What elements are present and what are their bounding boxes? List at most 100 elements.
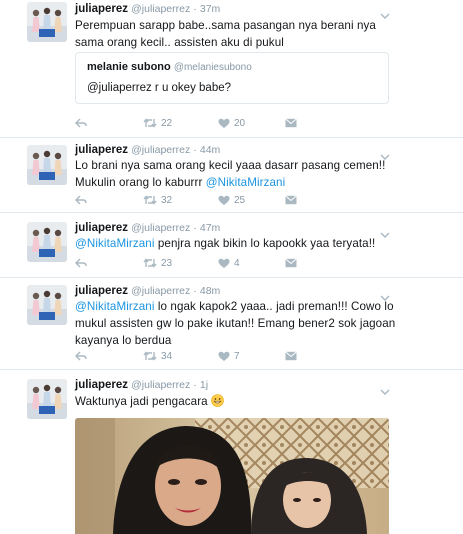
dm-button[interactable]: [285, 193, 297, 207]
like-button[interactable]: 7: [218, 349, 240, 363]
tweet-header: juliaperez @juliaperrez · 44m: [75, 143, 220, 157]
tweet-header: juliaperez @juliaperrez · 37m: [75, 2, 220, 16]
chevron-down-icon[interactable]: [380, 7, 390, 19]
timestamp-sep: ·: [193, 3, 197, 15]
heart-icon: [218, 351, 230, 362]
chevron-down-icon[interactable]: [380, 383, 390, 395]
quoted-author-handle: @melaniesubono: [173, 62, 252, 73]
retweet-button[interactable]: 32: [143, 193, 172, 207]
avatar[interactable]: [27, 379, 67, 419]
mention-link[interactable]: @NikitaMirzani: [75, 300, 155, 313]
tweet-actions: 23 4: [75, 256, 305, 270]
reply-icon: [75, 118, 87, 128]
avatar[interactable]: [27, 145, 67, 185]
avatar[interactable]: [27, 222, 67, 262]
quoted-author-name: melanie subono: [87, 61, 171, 73]
timestamp[interactable]: 37m: [200, 3, 220, 15]
tweet-text: Lo brani nya sama orang kecil yaaa dasar…: [75, 157, 405, 191]
author-handle[interactable]: @juliaperrez: [131, 285, 190, 297]
retweet-button[interactable]: 23: [143, 256, 172, 270]
like-button[interactable]: 4: [218, 256, 240, 270]
avatar-image: [27, 222, 67, 262]
tweet[interactable]: juliaperez @juliaperrez · 37m Perempuan …: [0, 0, 463, 137]
retweet-icon: [143, 258, 157, 268]
tweet-actions: 34 7: [75, 349, 305, 363]
retweet-icon: [143, 195, 157, 205]
author-handle[interactable]: @juliaperrez: [131, 222, 190, 234]
mention-link[interactable]: @NikitaMirzani: [75, 237, 155, 250]
avatar-image: [27, 2, 67, 42]
author-name[interactable]: juliaperez: [75, 3, 128, 15]
reply-icon: [75, 258, 87, 268]
avatar[interactable]: [27, 285, 67, 325]
timestamp[interactable]: 47m: [200, 222, 220, 234]
quoted-tweet-header: melanie subono @melaniesubono: [87, 61, 252, 73]
tweet-text: @NikitaMirzani penjra ngak bikin lo kapo…: [75, 235, 405, 252]
heart-icon: [218, 258, 230, 269]
direct-message-icon: [285, 118, 297, 128]
tweet-actions: 22 20: [75, 116, 305, 130]
tweet-photo[interactable]: [75, 418, 389, 534]
retweet-button[interactable]: 22: [143, 116, 172, 130]
timestamp[interactable]: 48m: [200, 285, 220, 297]
timestamp-sep: ·: [193, 379, 197, 391]
reply-button[interactable]: [75, 349, 87, 363]
likes-count: 7: [234, 350, 240, 362]
photo-image: [75, 418, 389, 534]
author-name[interactable]: juliaperez: [75, 144, 128, 156]
reply-button[interactable]: [75, 256, 87, 270]
direct-message-icon: [285, 351, 297, 361]
retweets-count: 23: [161, 257, 173, 269]
timestamp[interactable]: 44m: [200, 144, 220, 156]
like-button[interactable]: 25: [218, 193, 245, 207]
mention-link[interactable]: @NikitaMirzani: [206, 176, 286, 189]
tweet[interactable]: juliaperez @juliaperrez · 48m @NikitaMir…: [0, 278, 463, 369]
direct-message-icon: [285, 195, 297, 205]
tweet-header: juliaperez @juliaperrez · 1j: [75, 378, 208, 392]
retweets-count: 32: [161, 194, 173, 206]
grinning-face-emoji: [211, 394, 224, 407]
likes-count: 20: [234, 117, 246, 129]
dm-button[interactable]: [285, 116, 297, 130]
avatar[interactable]: [27, 2, 67, 42]
chevron-down-icon[interactable]: [380, 226, 390, 238]
tweet-header: juliaperez @juliaperrez · 48m: [75, 284, 220, 298]
author-handle[interactable]: @juliaperrez: [131, 379, 190, 391]
quoted-tweet-text: @juliaperrez r u okey babe?: [87, 82, 232, 94]
timestamp-sep: ·: [193, 285, 197, 297]
retweets-count: 34: [161, 350, 173, 362]
retweets-count: 22: [161, 117, 173, 129]
retweet-icon: [143, 118, 157, 128]
quoted-tweet[interactable]: melanie subono @melaniesubono @juliaperr…: [75, 52, 389, 104]
tweet-text: Perempuan sarapp babe..sama pasangan nya…: [75, 17, 405, 51]
tweet-text-segment: penjra ngak bikin lo kapookk yaa teryata…: [154, 237, 376, 250]
author-name[interactable]: juliaperez: [75, 285, 128, 297]
direct-message-icon: [285, 258, 297, 268]
likes-count: 25: [234, 194, 246, 206]
tweet[interactable]: juliaperez @juliaperrez · 47m @NikitaMir…: [0, 213, 463, 277]
author-name[interactable]: juliaperez: [75, 222, 128, 234]
timestamp-sep: ·: [193, 144, 197, 156]
dm-button[interactable]: [285, 256, 297, 270]
tweet-text: Waktunya jadi pengacara: [75, 393, 405, 410]
timestamp[interactable]: 1j: [200, 379, 208, 391]
timestamp-sep: ·: [193, 222, 197, 234]
likes-count: 4: [234, 257, 240, 269]
retweet-button[interactable]: 34: [143, 349, 172, 363]
reply-icon: [75, 195, 87, 205]
tweet-header: juliaperez @juliaperrez · 47m: [75, 221, 220, 235]
tweet[interactable]: juliaperez @juliaperrez · 44m Lo brani n…: [0, 138, 463, 212]
chevron-down-icon[interactable]: [380, 148, 390, 160]
avatar-image: [27, 285, 67, 325]
tweet-text-segment: Perempuan sarapp babe..sama pasangan nya…: [75, 19, 376, 49]
tweet-text-segment: Waktunya jadi pengacara: [75, 395, 212, 408]
avatar-image: [27, 145, 67, 185]
dm-button[interactable]: [285, 349, 297, 363]
reply-button[interactable]: [75, 116, 87, 130]
like-button[interactable]: 20: [218, 116, 245, 130]
author-handle[interactable]: @juliaperrez: [131, 144, 190, 156]
reply-button[interactable]: [75, 193, 87, 207]
author-handle[interactable]: @juliaperrez: [131, 3, 190, 15]
chevron-down-icon[interactable]: [380, 289, 390, 301]
author-name[interactable]: juliaperez: [75, 379, 128, 391]
